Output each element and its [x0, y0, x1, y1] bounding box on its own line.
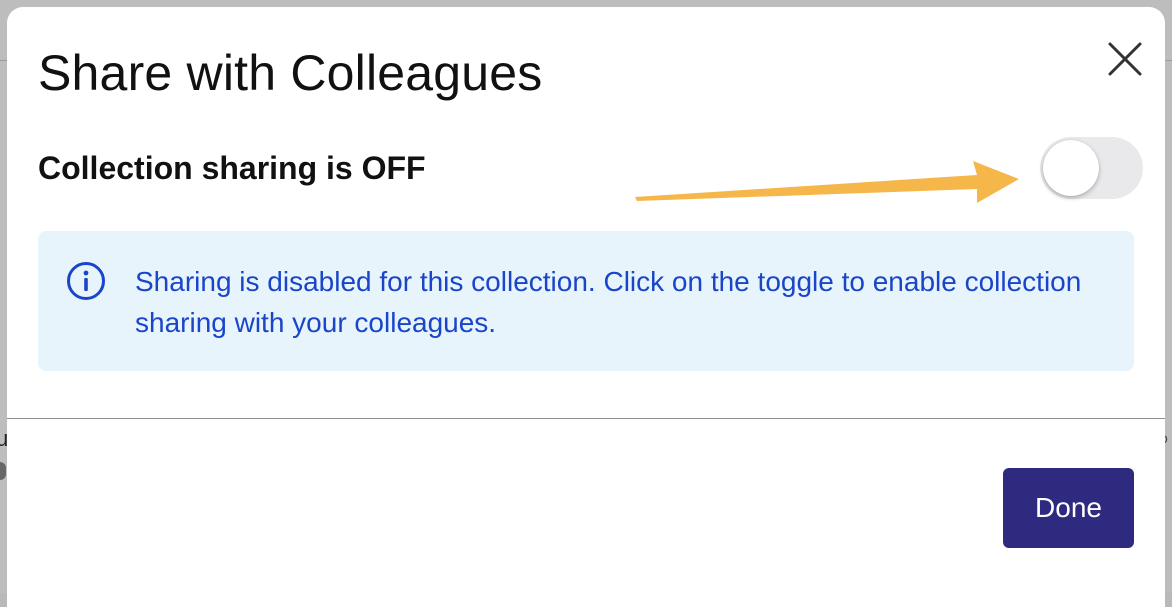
done-button[interactable]: Done: [1003, 468, 1134, 548]
dialog-title: Share with Colleagues: [38, 45, 543, 101]
info-message: Sharing is disabled for this collection.…: [135, 266, 1082, 338]
backdrop-control-fragment: [0, 462, 6, 480]
share-dialog: Share with Colleagues Collection sharing…: [7, 7, 1165, 607]
sharing-status-label: Collection sharing is OFF: [38, 150, 426, 186]
info-banner: Sharing is disabled for this collection.…: [38, 231, 1134, 371]
toggle-knob: [1043, 140, 1099, 196]
footer-divider: [7, 418, 1165, 419]
annotation-arrow: [635, 161, 1019, 203]
close-button[interactable]: [1105, 39, 1145, 79]
close-icon: [1108, 42, 1142, 76]
sharing-toggle[interactable]: [1040, 137, 1143, 199]
info-icon: [67, 262, 105, 300]
